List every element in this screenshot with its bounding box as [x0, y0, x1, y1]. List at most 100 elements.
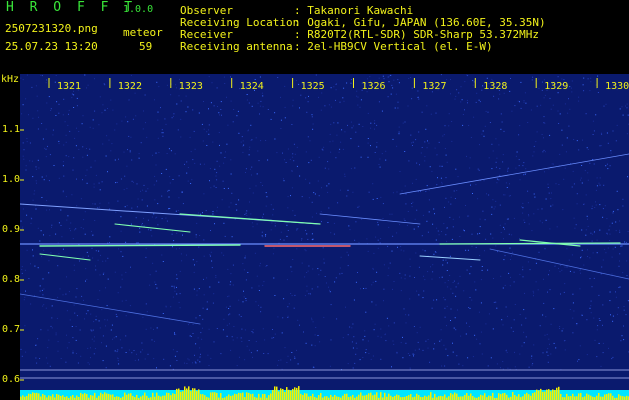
noise-pixel [344, 131, 346, 133]
noise-pixel [601, 133, 603, 135]
noise-pixel [49, 154, 51, 156]
noise-pixel [225, 306, 227, 308]
noise-pixel [76, 315, 78, 317]
noise-pixel [139, 231, 141, 233]
noise-pixel [441, 181, 443, 183]
noise-pixel [175, 334, 177, 336]
noise-pixel [110, 329, 112, 331]
noise-pixel [610, 150, 612, 152]
noise-pixel [564, 349, 566, 351]
noise-pixel [446, 240, 448, 242]
noise-pixel [543, 116, 545, 118]
noise-pixel [509, 247, 511, 249]
noise-pixel [294, 214, 296, 216]
noise-pixel [509, 285, 511, 287]
noise-pixel [600, 145, 602, 147]
noise-pixel [509, 90, 511, 92]
noise-pixel [128, 349, 130, 351]
noise-pixel [102, 260, 104, 262]
level-bar-spike [236, 394, 238, 400]
noise-pixel [522, 207, 524, 209]
noise-pixel [85, 313, 87, 315]
noise-pixel [26, 74, 28, 76]
noise-pixel [592, 159, 594, 160]
noise-pixel [392, 192, 394, 194]
noise-pixel [510, 327, 512, 329]
level-bar-spike [622, 396, 624, 400]
noise-pixel [189, 136, 191, 138]
noise-pixel [599, 320, 601, 321]
noise-pixel [566, 266, 568, 268]
noise-pixel [456, 355, 458, 357]
noise-pixel [616, 124, 618, 126]
noise-pixel [51, 226, 52, 228]
noise-pixel [132, 118, 134, 120]
noise-pixel [94, 220, 96, 221]
noise-pixel [344, 173, 346, 175]
noise-pixel [587, 78, 589, 80]
noise-pixel [536, 105, 538, 107]
noise-pixel [418, 294, 420, 296]
noise-pixel [84, 211, 86, 213]
noise-pixel [507, 315, 508, 317]
noise-pixel [595, 84, 597, 86]
level-bar-spike [86, 394, 88, 400]
noise-pixel [130, 74, 132, 76]
noise-pixel [481, 353, 483, 355]
noise-pixel [306, 290, 308, 292]
noise-pixel [26, 141, 28, 143]
level-bar-spike [586, 393, 588, 400]
noise-pixel [466, 269, 468, 271]
noise-pixel [562, 328, 564, 330]
noise-pixel [91, 330, 93, 332]
level-bar-spike [356, 396, 358, 400]
noise-pixel [455, 95, 457, 97]
noise-pixel [88, 363, 90, 365]
noise-pixel [585, 194, 587, 196]
level-bar-spike [220, 393, 222, 400]
noise-pixel [125, 116, 127, 118]
noise-pixel [89, 148, 91, 150]
noise-pixel [235, 203, 237, 205]
noise-pixel [455, 295, 457, 297]
noise-pixel [208, 124, 210, 126]
noise-pixel [542, 352, 544, 354]
noise-pixel [555, 183, 557, 185]
noise-pixel [541, 208, 543, 210]
noise-pixel [609, 225, 611, 227]
noise-pixel [333, 222, 335, 224]
noise-pixel [487, 111, 489, 113]
noise-pixel [50, 325, 52, 327]
noise-pixel [440, 339, 442, 341]
noise-pixel [535, 281, 537, 283]
noise-pixel [323, 258, 325, 260]
noise-pixel [367, 138, 369, 139]
level-bar-spike [60, 396, 62, 400]
level-bar-spike [124, 392, 126, 400]
noise-pixel [519, 101, 520, 103]
noise-pixel [598, 318, 600, 320]
noise-pixel [229, 305, 231, 307]
noise-pixel [155, 270, 157, 272]
noise-pixel [120, 251, 122, 253]
level-bar-spike [198, 389, 200, 400]
noise-pixel [263, 281, 265, 283]
noise-pixel [547, 291, 548, 293]
noise-pixel [370, 122, 372, 124]
noise-pixel [224, 83, 226, 84]
noise-pixel [522, 269, 524, 271]
noise-pixel [252, 329, 254, 331]
noise-pixel [377, 224, 379, 226]
noise-pixel [184, 163, 185, 165]
noise-pixel [161, 173, 163, 174]
noise-pixel [22, 79, 24, 81]
level-bar-spike [330, 394, 332, 400]
noise-pixel [413, 228, 415, 230]
level-bar-spike [112, 394, 114, 400]
noise-pixel [190, 151, 192, 153]
noise-pixel [179, 78, 180, 80]
noise-pixel [240, 141, 242, 143]
level-bar-spike [440, 395, 442, 400]
noise-pixel [246, 214, 248, 216]
noise-pixel [330, 123, 332, 125]
